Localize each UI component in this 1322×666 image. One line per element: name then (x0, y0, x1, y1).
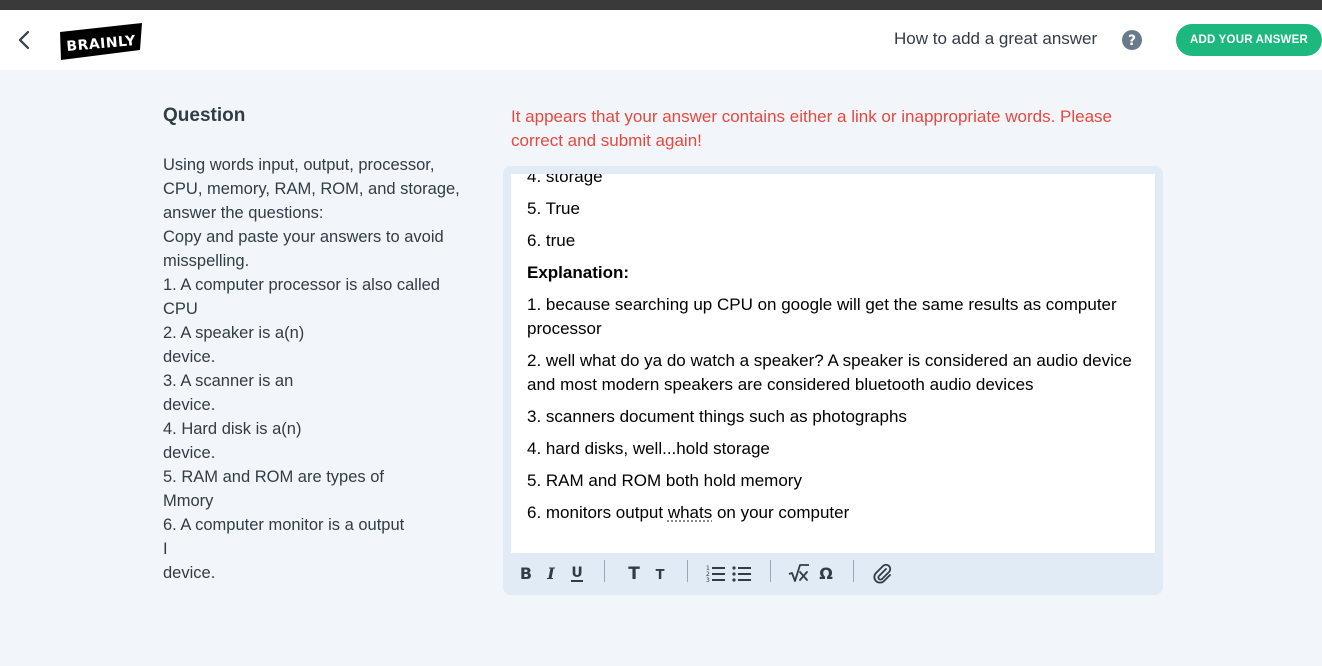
question-line: 5. RAM and ROM are types of (163, 468, 385, 486)
attachment-icon[interactable] (871, 562, 893, 584)
answer-line: 4. storage (527, 174, 603, 186)
question-line: device. (163, 564, 216, 582)
svg-text:T: T (656, 568, 665, 583)
answer-line: 6. true (527, 231, 576, 250)
question-line: 6. A computer monitor is a output (163, 516, 405, 534)
question-line: 2. A speaker is a(n) (163, 324, 305, 342)
answer-line: 5. True (527, 199, 580, 218)
toolbar-divider (604, 560, 605, 582)
text-small-icon[interactable]: T (649, 562, 671, 584)
answer-text-area[interactable]: 4. storage 5. True 6. true Explanation: … (511, 174, 1155, 553)
question-line: 1. A computer processor is also called (163, 276, 440, 294)
special-character-icon[interactable]: Ω (815, 562, 837, 584)
question-line: Mmory (163, 492, 214, 510)
explanation-line-last: 6. monitors output whats on your compute… (527, 501, 1143, 525)
svg-text:B: B (520, 564, 532, 583)
underline-icon[interactable]: U (566, 562, 588, 584)
explanation-line: 3. scanners document things such as phot… (527, 407, 907, 426)
toolbar-divider (853, 560, 854, 582)
question-line: device. (163, 444, 216, 462)
explanation-line: 2. well what do ya do watch a speaker? A… (527, 351, 1132, 394)
svg-text:?: ? (1128, 33, 1136, 49)
question-line: Using words input, output, processor, (163, 156, 435, 174)
browser-top-strip (0, 0, 1322, 10)
explanation-text: 6. monitors output (527, 503, 668, 522)
math-formula-icon[interactable] (788, 562, 810, 584)
question-line: 4. Hard disk is a(n) (163, 420, 302, 438)
bullet-list-icon[interactable] (731, 562, 753, 584)
numbered-list-icon[interactable]: 1 2 3 (705, 562, 727, 584)
question-line: Copy and paste your answers to avoid (163, 228, 444, 246)
bold-icon[interactable]: B (515, 562, 537, 584)
svg-text:U: U (571, 565, 582, 581)
header-bar: BRAINLY How to add a great answer ? ADD … (0, 10, 1322, 70)
how-to-add-answer-link[interactable]: How to add a great answer (894, 29, 1097, 49)
question-line: answer the questions: (163, 204, 324, 222)
question-line: device. (163, 348, 216, 366)
explanation-line: 5. RAM and ROM both hold memory (527, 471, 802, 490)
question-line: 3. A scanner is an (163, 372, 294, 390)
explanation-line: 4. hard disks, well...hold storage (527, 439, 770, 458)
question-line: CPU (163, 300, 198, 318)
question-line: misspelling. (163, 252, 250, 270)
text-large-icon[interactable]: T (623, 562, 645, 584)
question-line: CPU, memory, RAM, ROM, and storage, (163, 180, 460, 198)
svg-text:T: T (628, 564, 640, 584)
italic-icon[interactable]: I (540, 562, 562, 584)
editor-toolbar: B I U T T 1 2 3 Ω (511, 556, 1155, 590)
explanation-text: on your computer (712, 503, 850, 522)
answer-content: 4. storage 5. True 6. true Explanation: … (527, 174, 1143, 533)
explanation-line: 1. because searching up CPU on google wi… (527, 295, 1117, 338)
add-your-answer-button[interactable]: ADD YOUR ANSWER (1176, 24, 1322, 56)
error-message: It appears that your answer contains eit… (511, 107, 1112, 150)
question-body: Using words input, output, processor, CP… (163, 153, 483, 585)
question-title: Question (163, 105, 246, 126)
back-arrow-icon[interactable] (12, 28, 36, 52)
help-question-icon[interactable]: ? (1121, 29, 1143, 51)
svg-text:Ω: Ω (819, 564, 833, 583)
misspelled-word[interactable]: whats (668, 503, 712, 522)
answer-editor: 4. storage 5. True 6. true Explanation: … (503, 166, 1163, 595)
question-line: device. (163, 396, 216, 414)
toolbar-divider (770, 560, 771, 582)
svg-text:I: I (546, 564, 555, 583)
question-line: I (163, 540, 168, 558)
toolbar-divider (687, 560, 688, 582)
svg-text:3: 3 (706, 577, 710, 584)
brainly-logo[interactable]: BRAINLY (60, 23, 142, 61)
explanation-heading: Explanation: (527, 263, 630, 282)
